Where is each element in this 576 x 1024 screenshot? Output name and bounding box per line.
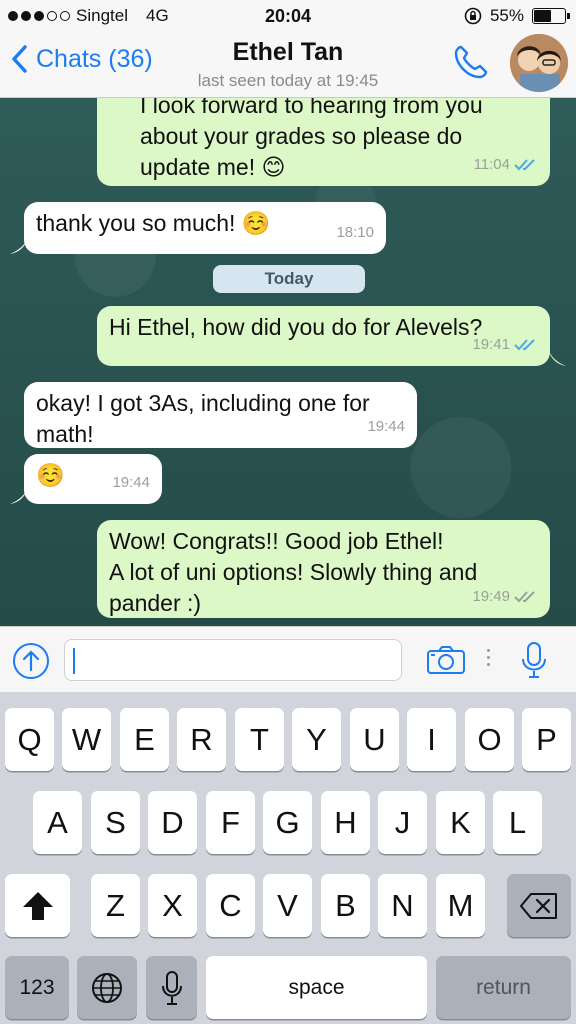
message-time: 19:44 (112, 474, 150, 491)
key-u[interactable]: U (350, 708, 399, 771)
message-input[interactable] (64, 639, 402, 681)
key-z[interactable]: Z (91, 874, 140, 937)
rotation-lock-icon (464, 7, 482, 25)
key-d[interactable]: D (148, 791, 197, 854)
globe-icon (92, 972, 122, 1003)
numbers-key[interactable]: 123 (5, 956, 69, 1019)
message-incoming[interactable]: okay! I got 3As, including one for math!… (24, 382, 417, 448)
phone-icon (454, 45, 488, 79)
message-text-line: math! (36, 421, 94, 447)
microphone-icon (522, 642, 546, 678)
key-l[interactable]: L (493, 791, 542, 854)
message-outgoing[interactable]: I look forward to hearing from you about… (97, 98, 550, 186)
key-a[interactable]: A (33, 791, 82, 854)
key-j[interactable]: J (378, 791, 427, 854)
message-time: 19:49 (472, 588, 510, 605)
key-s[interactable]: S (91, 791, 140, 854)
message-time: 11:04 (473, 156, 510, 173)
battery-fill (534, 10, 551, 22)
key-r[interactable]: R (177, 708, 226, 771)
status-bar: Singtel 4G 20:04 55% (0, 0, 576, 30)
key-w[interactable]: W (62, 708, 111, 771)
key-h[interactable]: H (321, 791, 370, 854)
return-key[interactable]: return (436, 956, 571, 1019)
message-time: 18:10 (336, 224, 374, 241)
read-ticks-icon (514, 158, 535, 170)
key-o[interactable]: O (465, 708, 514, 771)
camera-icon (427, 646, 465, 674)
avatar-photo (510, 34, 568, 92)
chat-messages[interactable]: I look forward to hearing from you about… (0, 98, 576, 626)
key-b[interactable]: B (321, 874, 370, 937)
battery-icon (532, 8, 570, 24)
dictation-key[interactable] (146, 956, 197, 1019)
backspace-icon (520, 892, 557, 919)
message-incoming[interactable]: ☺️ 19:44 (24, 454, 162, 504)
message-incoming[interactable]: thank you so much! ☺️ 18:10 (24, 202, 386, 254)
key-c[interactable]: C (206, 874, 255, 937)
compose-bar (0, 626, 576, 692)
text-caret (73, 648, 75, 674)
bubble-tail (10, 236, 28, 254)
message-text-line: Wow! Congrats!! Good job Ethel! (109, 528, 444, 554)
contact-avatar[interactable] (510, 34, 568, 92)
message-text-line: thank you so much! ☺️ (36, 210, 271, 236)
message-outgoing[interactable]: Wow! Congrats!! Good job Ethel! A lot of… (97, 520, 550, 618)
bubble-tail (548, 348, 566, 366)
keyboard: Q W E R T Y U I O P A S D F G H J K L Z … (0, 692, 576, 1024)
microphone-icon (161, 970, 182, 1005)
key-f[interactable]: F (206, 791, 255, 854)
date-separator: Today (213, 265, 365, 293)
arrow-up-icon (22, 650, 40, 672)
globe-key[interactable] (77, 956, 137, 1019)
shift-key[interactable] (5, 874, 70, 937)
key-n[interactable]: N (378, 874, 427, 937)
key-q[interactable]: Q (5, 708, 54, 771)
key-e[interactable]: E (120, 708, 169, 771)
message-text-line: I look forward to hearing from you (140, 98, 483, 118)
message-time: 19:41 (472, 336, 510, 353)
key-i[interactable]: I (407, 708, 456, 771)
message-text-line: about your grades so please do (140, 123, 463, 149)
key-m[interactable]: M (436, 874, 485, 937)
key-v[interactable]: V (263, 874, 312, 937)
key-p[interactable]: P (522, 708, 571, 771)
key-y[interactable]: Y (292, 708, 341, 771)
delete-key[interactable] (507, 874, 571, 937)
message-outgoing[interactable]: Hi Ethel, how did you do for Alevels? 19… (97, 306, 550, 366)
separator-dots (487, 649, 490, 666)
camera-button[interactable] (426, 645, 466, 680)
message-time: 19:44 (367, 418, 405, 435)
battery-percent: 55% (489, 6, 524, 25)
voice-message-button[interactable] (520, 641, 548, 684)
key-g[interactable]: G (263, 791, 312, 854)
message-text-line: okay! I got 3As, including one for (36, 390, 370, 416)
space-key[interactable]: space (206, 956, 427, 1019)
shift-icon (22, 891, 53, 920)
bubble-tail (10, 486, 28, 504)
battery-info: 55% (464, 6, 570, 26)
call-button[interactable] (452, 43, 490, 86)
key-k[interactable]: K (436, 791, 485, 854)
read-ticks-icon (514, 338, 535, 350)
key-x[interactable]: X (148, 874, 197, 937)
delivered-ticks-icon (514, 590, 535, 602)
chat-header: Chats (36) Ethel Tan last seen today at … (0, 30, 576, 98)
key-t[interactable]: T (235, 708, 284, 771)
share-button[interactable] (13, 643, 49, 679)
